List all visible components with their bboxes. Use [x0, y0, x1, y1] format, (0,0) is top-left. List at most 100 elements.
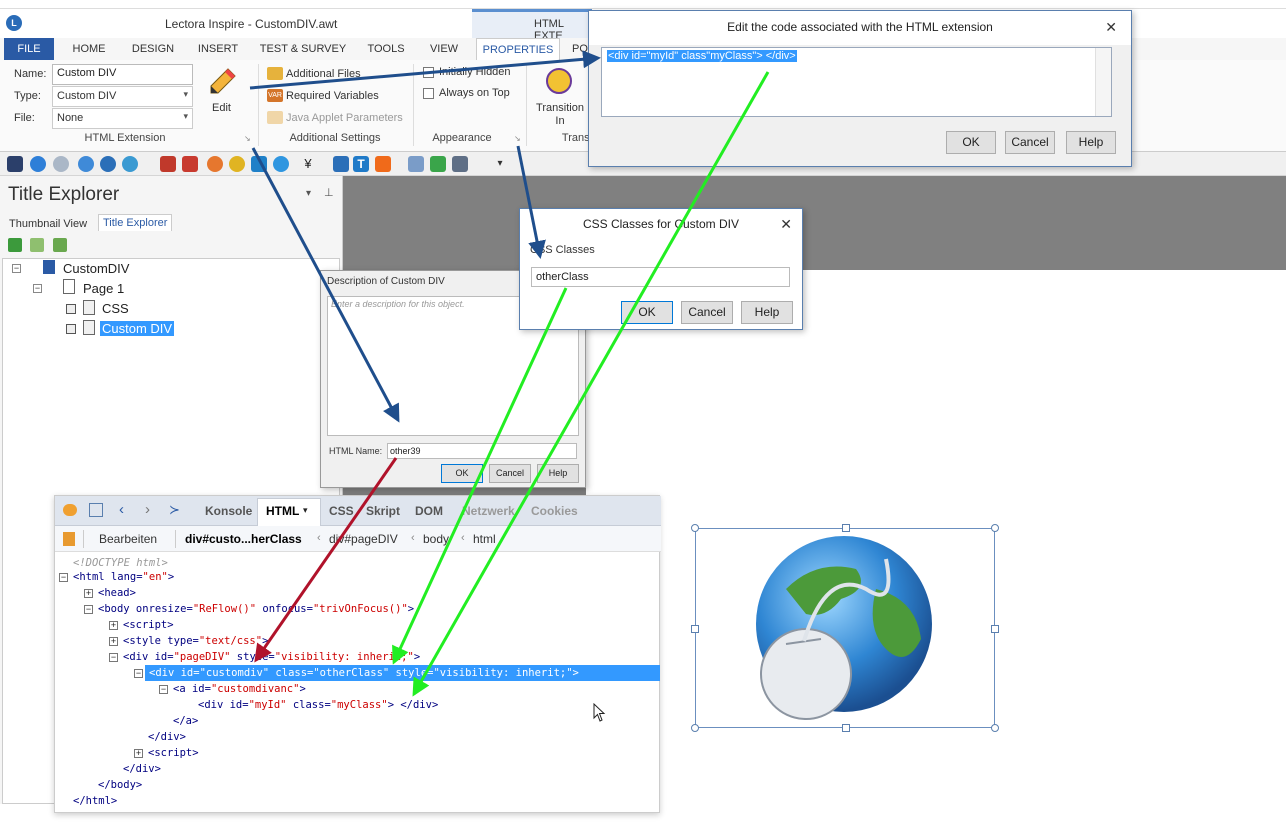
code-div-close[interactable]: </div>	[123, 763, 161, 775]
css-classes-input[interactable]: otherClass	[531, 267, 790, 287]
dialog-launcher-icon[interactable]: ↘	[244, 134, 251, 143]
scrollbar[interactable]	[1095, 48, 1111, 116]
code-head[interactable]: <head>	[98, 587, 136, 599]
code-style[interactable]: <style type="text/css">	[123, 635, 268, 647]
type-dropdown[interactable]: Custom DIV	[52, 86, 193, 107]
forward-icon[interactable]: ›	[145, 501, 150, 518]
expand-icon[interactable]: +	[84, 589, 93, 598]
fb-tab-konsole[interactable]: Konsole	[205, 504, 252, 518]
code-body-open[interactable]: <body onresize="ReFlow()" onfocus="trivO…	[98, 603, 414, 615]
select-icon[interactable]	[408, 156, 424, 172]
code-body-close[interactable]: </body>	[98, 779, 142, 791]
tab-file[interactable]: FILE	[4, 38, 54, 60]
checkbox-icon[interactable]	[66, 324, 76, 334]
toolbox-icon[interactable]	[182, 156, 198, 172]
html-name-input[interactable]: other39	[387, 443, 577, 459]
required-variables-button[interactable]: Required Variables	[286, 90, 379, 102]
tab-properties[interactable]: PROPERTIES	[476, 38, 560, 60]
tab-tools[interactable]: TOOLS	[360, 38, 412, 60]
help-button[interactable]: Help	[537, 464, 579, 483]
undo-icon[interactable]	[30, 156, 46, 172]
collapse-icon[interactable]: −	[109, 653, 118, 662]
screen-icon[interactable]	[452, 156, 468, 172]
tab-thumbnail-view[interactable]: Thumbnail View	[5, 216, 91, 232]
customize-toolbar-icon[interactable]: ▾	[492, 156, 508, 172]
transition-no-icon[interactable]	[546, 68, 572, 94]
firefox-icon[interactable]	[207, 156, 223, 172]
tree-node-css[interactable]: CSS	[102, 301, 129, 316]
code-div-close[interactable]: </div>	[148, 731, 186, 743]
variables-toolbar-icon[interactable]	[160, 156, 176, 172]
initially-hidden-checkbox[interactable]	[423, 67, 434, 78]
bearbeiten-button[interactable]: Bearbeiten	[99, 532, 157, 546]
edge-icon[interactable]	[251, 156, 267, 172]
edit-pencil-icon[interactable]	[206, 66, 238, 98]
tree-node-title[interactable]: CustomDIV	[63, 261, 129, 276]
fb-tab-dom[interactable]: DOM	[415, 504, 443, 518]
fb-tab-html[interactable]: HTML	[266, 504, 299, 518]
collapse-icon[interactable]: −	[134, 669, 143, 678]
pin-icon[interactable]: ⊥	[324, 186, 334, 199]
resize-handle[interactable]	[691, 625, 699, 633]
expand-icon[interactable]: +	[109, 621, 118, 630]
run-icon[interactable]	[100, 156, 116, 172]
resize-handle[interactable]	[991, 625, 999, 633]
code-customdiv-selected[interactable]: <div id="customdiv" class="otherClass" s…	[149, 667, 579, 679]
redo-icon[interactable]	[53, 156, 69, 172]
fb-tab-cookies[interactable]: Cookies	[531, 504, 578, 518]
collapse-icon[interactable]: −	[12, 264, 21, 273]
ok-button[interactable]: OK	[621, 301, 673, 324]
code-html-close[interactable]: </html>	[73, 795, 117, 807]
tab-insert[interactable]: INSERT	[190, 38, 246, 60]
add-section-icon[interactable]	[53, 238, 67, 252]
crumb-customdiv[interactable]: div#custo...herClass	[185, 532, 302, 546]
cancel-button[interactable]: Cancel	[489, 464, 531, 483]
code-script[interactable]: <script>	[123, 619, 174, 631]
tab-title-explorer[interactable]: Title Explorer	[98, 214, 173, 231]
resize-handle[interactable]	[691, 524, 699, 532]
firebug-icon[interactable]	[63, 504, 77, 516]
help-button[interactable]: Help	[1066, 131, 1116, 154]
code-pagediv[interactable]: <div id="pageDIV" style="visibility: inh…	[123, 651, 420, 663]
cancel-button[interactable]: Cancel	[1005, 131, 1055, 154]
code-myid-div[interactable]: <div id="myId" class="myClass"> </div>	[198, 699, 438, 711]
expand-icon[interactable]: +	[109, 637, 118, 646]
ie-icon[interactable]	[273, 156, 289, 172]
file-dropdown[interactable]: None	[52, 108, 193, 129]
resize-handle[interactable]	[991, 724, 999, 732]
dropdown-icon[interactable]: ▾	[303, 505, 308, 516]
edit-icon[interactable]	[63, 532, 75, 546]
publish-globe-icon[interactable]	[122, 156, 138, 172]
tab-test-survey[interactable]: TEST & SURVEY	[254, 38, 352, 60]
preview-globe-icon[interactable]	[78, 156, 94, 172]
crumb-body[interactable]: body	[423, 532, 449, 546]
tree-node-custom-div[interactable]: Custom DIV	[100, 321, 175, 336]
code-anchor[interactable]: <a id="customdivanc">	[173, 683, 306, 695]
crumb-html[interactable]: html	[473, 532, 496, 546]
back-icon[interactable]: ‹	[119, 501, 124, 518]
resize-handle[interactable]	[991, 524, 999, 532]
inspect-icon[interactable]	[89, 503, 103, 517]
crumb-pagediv[interactable]: div#pageDIV	[329, 532, 398, 546]
resize-handle[interactable]	[691, 724, 699, 732]
code-script[interactable]: <script>	[148, 747, 199, 759]
add-chapter-icon[interactable]	[30, 238, 44, 252]
collapse-icon[interactable]: −	[59, 573, 68, 582]
ok-button[interactable]: OK	[946, 131, 996, 154]
close-icon[interactable]: ✕	[780, 216, 792, 233]
tab-design[interactable]: DESIGN	[124, 38, 182, 60]
code-html-open[interactable]: <html lang="en">	[73, 571, 174, 583]
command-line-icon[interactable]: ≻	[169, 502, 180, 518]
dialog-launcher-icon[interactable]: ↘	[514, 134, 521, 143]
yen-icon[interactable]: ¥	[300, 156, 316, 172]
always-on-top-checkbox[interactable]	[423, 88, 434, 99]
edit-button-label[interactable]: Edit	[212, 102, 231, 114]
java-applet-parameters-button[interactable]: Java Applet Parameters	[286, 112, 403, 124]
cancel-button[interactable]: Cancel	[681, 301, 733, 324]
help-button[interactable]: Help	[741, 301, 793, 324]
fb-tab-netzwerk[interactable]: Netzwerk	[462, 504, 515, 518]
panel-menu-icon[interactable]: ▾	[306, 188, 311, 199]
add-page-icon[interactable]	[8, 238, 22, 252]
fb-tab-skript[interactable]: Skript	[366, 504, 400, 518]
image-icon[interactable]	[375, 156, 391, 172]
